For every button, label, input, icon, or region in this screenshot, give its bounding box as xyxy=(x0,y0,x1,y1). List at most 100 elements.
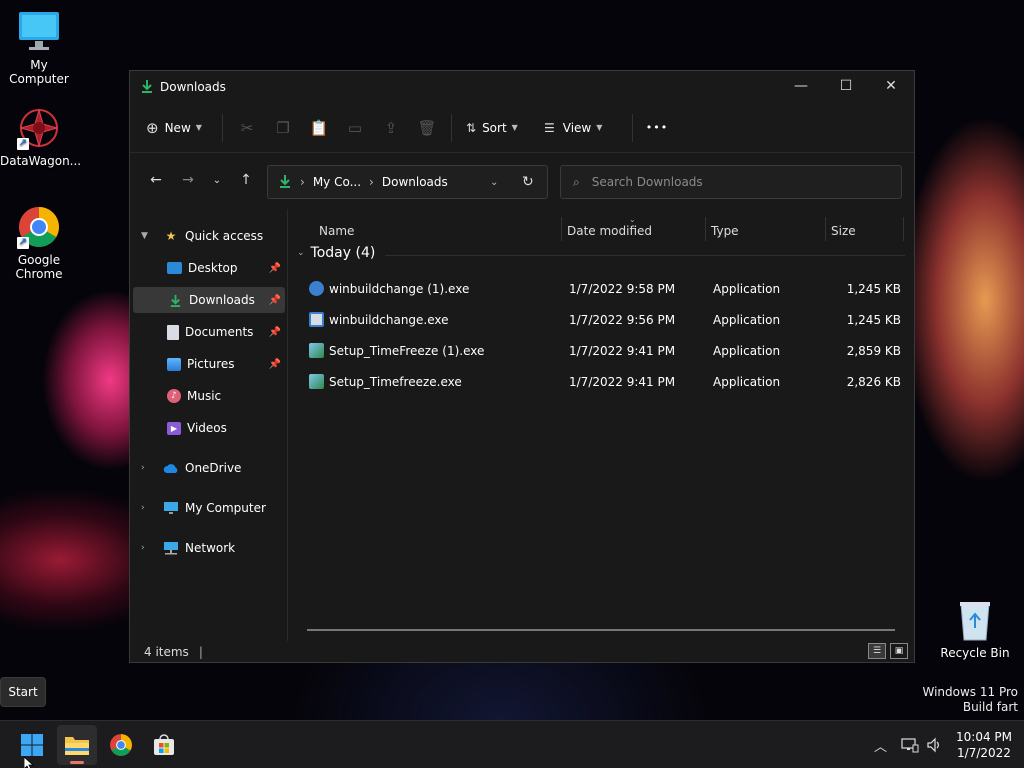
column-header-type[interactable]: Type xyxy=(711,217,821,245)
watermark-line: Build fart xyxy=(962,700,1018,714)
network-icon xyxy=(163,540,179,556)
store-bag-icon xyxy=(154,734,174,755)
chevron-right-icon[interactable]: › xyxy=(141,503,145,513)
column-divider[interactable] xyxy=(903,217,904,241)
share-icon[interactable]: ⇪ xyxy=(373,112,409,144)
nav-item-network[interactable]: › Network xyxy=(133,535,285,561)
app-info-icon xyxy=(309,281,324,296)
file-row[interactable]: Setup_Timefreeze.exe 1/7/2022 9:41 PM Ap… xyxy=(299,368,905,396)
file-date: 1/7/2022 9:41 PM xyxy=(569,344,676,358)
breadcrumb-downloads[interactable]: Downloads xyxy=(382,175,448,189)
show-hidden-icons-icon[interactable]: ︿ xyxy=(874,721,887,768)
nav-item-videos[interactable]: ▶ Videos xyxy=(133,415,285,441)
refresh-icon[interactable]: ↻ xyxy=(522,174,534,190)
nav-quick-access[interactable]: ▼ ★ Quick access xyxy=(133,223,285,249)
status-bar: 4 items | xyxy=(130,641,914,663)
column-divider[interactable] xyxy=(705,217,706,241)
recent-chevron-icon[interactable]: ⌄ xyxy=(204,166,230,194)
nav-item-downloads[interactable]: Downloads 📌 xyxy=(133,287,285,313)
breadcrumb-my-computer[interactable]: My Co... xyxy=(313,175,361,189)
up-arrow-icon[interactable]: ↑ xyxy=(230,166,262,194)
start-tooltip: Start xyxy=(0,677,46,707)
desktop-icon-recycle-bin[interactable]: Recycle Bin xyxy=(936,598,1014,660)
desktop-icon-label: Google Chrome xyxy=(15,253,63,281)
system-clock[interactable]: 10:04 PM 1/7/2022 xyxy=(948,729,1020,761)
file-row[interactable]: winbuildchange (1).exe 1/7/2022 9:58 PM … xyxy=(299,275,905,303)
taskbar-chrome[interactable] xyxy=(101,725,141,765)
star-icon: ★ xyxy=(165,229,177,243)
file-row[interactable]: winbuildchange.exe 1/7/2022 9:56 PM Appl… xyxy=(299,306,905,334)
volume-icon[interactable] xyxy=(926,721,942,768)
minimize-button[interactable]: — xyxy=(778,71,824,101)
rename-icon[interactable]: ▭ xyxy=(337,112,373,144)
cut-icon[interactable]: ✂ xyxy=(229,112,265,144)
more-options-button[interactable]: ••• xyxy=(639,112,675,144)
new-label: New xyxy=(164,120,191,135)
copy-icon[interactable]: ❐ xyxy=(265,112,301,144)
file-row[interactable]: Setup_TimeFreeze (1).exe 1/7/2022 9:41 P… xyxy=(299,337,905,365)
file-date: 1/7/2022 9:58 PM xyxy=(569,282,676,296)
nav-item-desktop[interactable]: Desktop 📌 xyxy=(133,255,285,281)
command-bar: ⊕ New ▼ ✂ ❐ 📋 ▭ ⇪ 🗑 ⇅ Sort ▼ ☰ View ▼ ••… xyxy=(130,103,914,153)
navigation-pane: ▼ ★ Quick access Desktop 📌 Downloads 📌 D… xyxy=(130,209,288,641)
file-size: 1,245 KB xyxy=(846,282,901,296)
download-arrow-icon xyxy=(278,174,292,191)
column-divider[interactable] xyxy=(825,217,826,241)
column-label: Date modified xyxy=(567,224,653,238)
nav-item-my-computer[interactable]: › My Computer xyxy=(133,495,285,521)
column-divider[interactable] xyxy=(561,217,562,241)
desktop-icon-google-chrome[interactable]: ↗ Google Chrome xyxy=(0,205,78,281)
search-icon: ⌕ xyxy=(573,174,580,189)
file-type: Application xyxy=(713,344,781,358)
datawagon-icon: ↗ xyxy=(17,106,61,150)
desktop-icon-my-computer[interactable]: My Computer xyxy=(0,10,78,86)
nav-label: Quick access xyxy=(185,229,264,243)
shortcut-arrow-icon: ↗ xyxy=(17,237,29,249)
forward-arrow-icon[interactable]: → xyxy=(172,166,204,194)
view-button[interactable]: ☰ View ▼ xyxy=(536,112,626,144)
new-button[interactable]: ⊕ New ▼ xyxy=(146,112,216,144)
details-view-icon[interactable]: ☰ xyxy=(868,643,886,659)
horizontal-scrollbar[interactable] xyxy=(307,629,895,631)
address-bar[interactable]: › My Co... › Downloads ⌄ ↻ xyxy=(267,165,548,199)
column-header-date[interactable]: Date modified ⌄ xyxy=(567,215,707,245)
pin-icon[interactable]: 📌 xyxy=(269,327,281,338)
back-arrow-icon[interactable]: ← xyxy=(140,166,172,194)
taskbar: ︿ 10:04 PM 1/7/2022 xyxy=(0,720,1024,768)
address-dropdown-icon[interactable]: ⌄ xyxy=(490,177,498,188)
pin-icon[interactable]: 📌 xyxy=(269,263,281,274)
file-date: 1/7/2022 9:56 PM xyxy=(569,313,676,327)
desktop-icon-datawagon[interactable]: ↗ DataWagon... xyxy=(0,106,81,168)
tiles-view-icon[interactable]: ▣ xyxy=(890,643,908,659)
network-status-icon[interactable] xyxy=(901,721,919,768)
nav-item-pictures[interactable]: Pictures 📌 xyxy=(133,351,285,377)
breadcrumb-separator-icon: › xyxy=(369,175,374,189)
chevron-right-icon[interactable]: › xyxy=(141,543,145,553)
nav-label: Documents xyxy=(185,325,254,339)
column-header-name[interactable]: Name xyxy=(319,217,559,245)
search-input[interactable]: ⌕ Search Downloads xyxy=(560,165,902,199)
chevron-right-icon[interactable]: › xyxy=(141,463,145,473)
chevron-down-icon: ⌄ xyxy=(297,248,305,258)
cloud-icon xyxy=(163,460,179,476)
monitor-icon xyxy=(163,500,179,516)
delete-icon[interactable]: 🗑 xyxy=(409,112,445,144)
close-button[interactable]: ✕ xyxy=(868,71,914,101)
nav-label: Network xyxy=(185,541,236,555)
clock-time: 10:04 PM xyxy=(956,730,1012,744)
pin-icon[interactable]: 📌 xyxy=(269,295,281,306)
group-header-today[interactable]: ⌄ Today (4) xyxy=(297,245,375,261)
breadcrumb-separator-icon: › xyxy=(300,175,305,189)
nav-item-music[interactable]: ♪ Music xyxy=(133,383,285,409)
taskbar-store[interactable] xyxy=(144,725,184,765)
taskbar-file-explorer[interactable] xyxy=(57,725,97,765)
app-window-icon xyxy=(309,312,324,327)
sort-button[interactable]: ⇅ Sort ▼ xyxy=(458,112,536,144)
column-header-size[interactable]: Size xyxy=(831,217,901,245)
chevron-down-icon[interactable]: ▼ xyxy=(141,231,148,241)
maximize-button[interactable]: ☐ xyxy=(823,71,869,101)
nav-item-onedrive[interactable]: › OneDrive xyxy=(133,455,285,481)
nav-item-documents[interactable]: Documents 📌 xyxy=(133,319,285,345)
pin-icon[interactable]: 📌 xyxy=(269,359,281,370)
paste-icon[interactable]: 📋 xyxy=(301,112,337,144)
